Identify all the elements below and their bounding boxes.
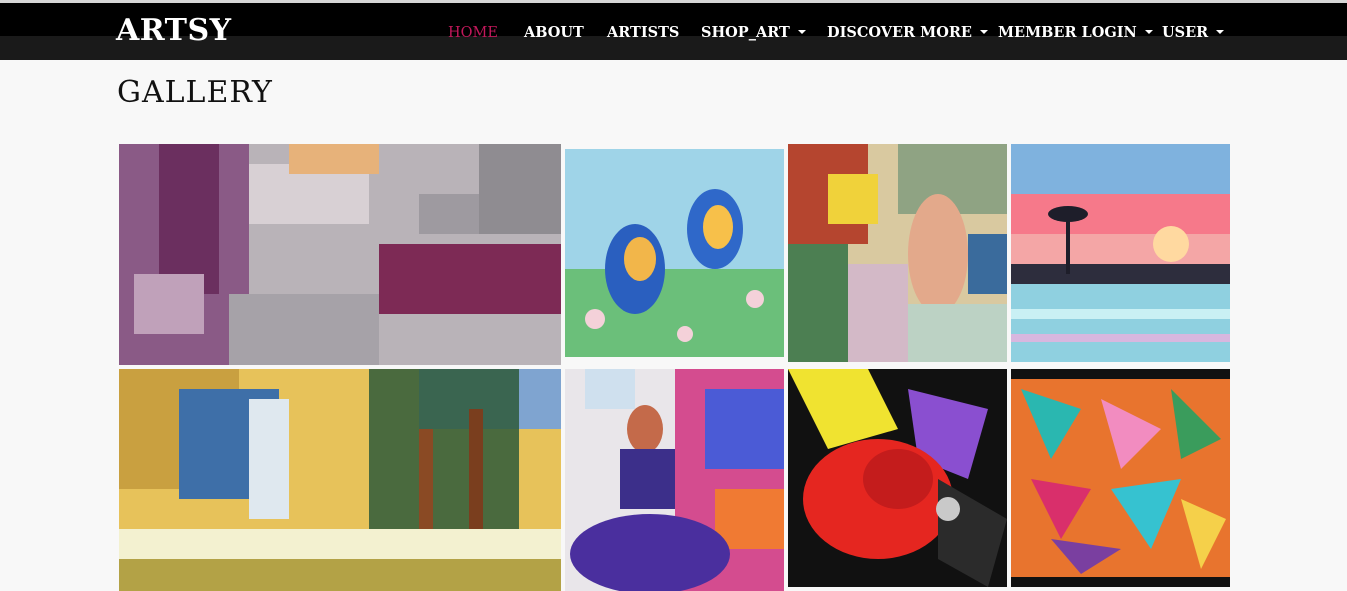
caret-down-icon [797,30,806,34]
nav-artists[interactable]: ARTISTS [607,21,679,45]
page: ARTSY HOME ABOUT ARTISTS SHOP_ART DISCOV… [0,0,1347,591]
nav-shop-art-label: SHOP_ART [701,24,790,41]
nav-about[interactable]: ABOUT [524,21,584,45]
nav-discover-more[interactable]: DISCOVER MORE [827,21,988,45]
nav-shop-art[interactable]: SHOP_ART [701,21,806,45]
nav-home[interactable]: HOME [448,21,498,45]
gallery-image-red-flower[interactable] [788,369,1007,587]
caret-down-icon [1144,30,1153,34]
nav-user-label: USER [1162,24,1209,41]
caret-down-icon [1216,30,1225,34]
brand-logo[interactable]: ARTSY [116,11,232,51]
gallery-image-abstract-purple[interactable] [119,144,561,365]
gallery-image-dancing-woman[interactable] [565,369,784,591]
gallery-image-abstract-shards[interactable] [1011,369,1230,587]
page-title: GALLERY [117,75,273,110]
gallery-image-waterfall-pines[interactable] [119,369,561,591]
nav-member-login[interactable]: MEMBER LOGIN [998,21,1153,45]
gallery-image-tropical-sunset[interactable] [1011,144,1230,362]
gallery-image-woman-flowers[interactable] [788,144,1007,362]
caret-down-icon [979,30,988,34]
nav-discover-more-label: DISCOVER MORE [827,24,972,41]
gallery-image-bluebirds[interactable] [565,149,784,357]
nav-member-login-label: MEMBER LOGIN [998,24,1137,41]
navbar: ARTSY HOME ABOUT ARTISTS SHOP_ART DISCOV… [0,3,1347,60]
nav-user[interactable]: USER [1162,21,1225,45]
